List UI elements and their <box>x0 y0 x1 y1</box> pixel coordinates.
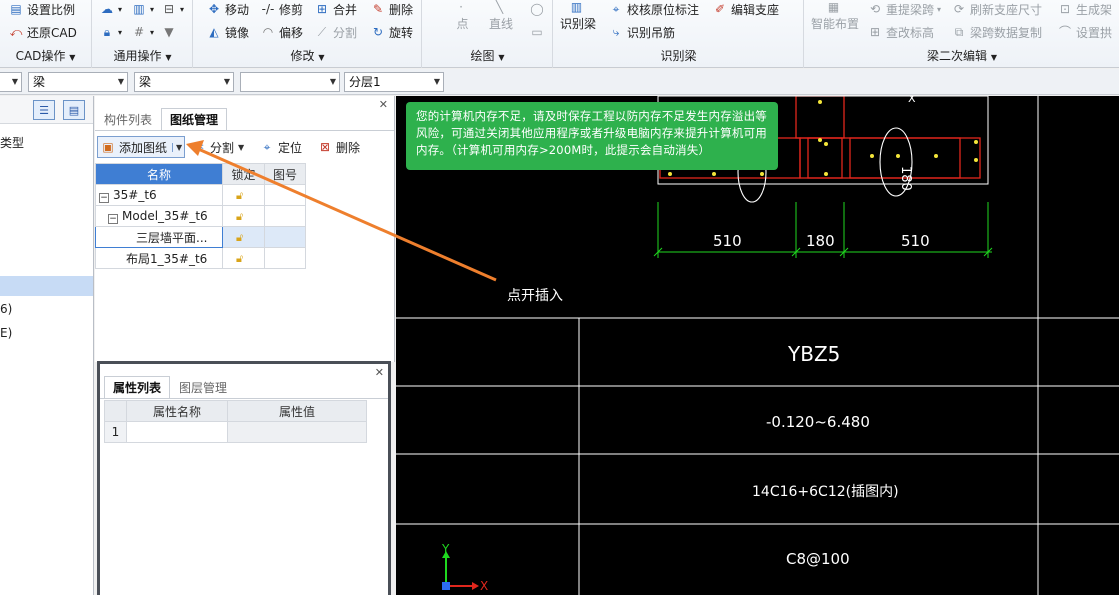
annotation-label: 点开插入 <box>507 288 563 304</box>
annotation-arrowhead <box>186 140 204 156</box>
annotation-arrow <box>195 146 497 282</box>
